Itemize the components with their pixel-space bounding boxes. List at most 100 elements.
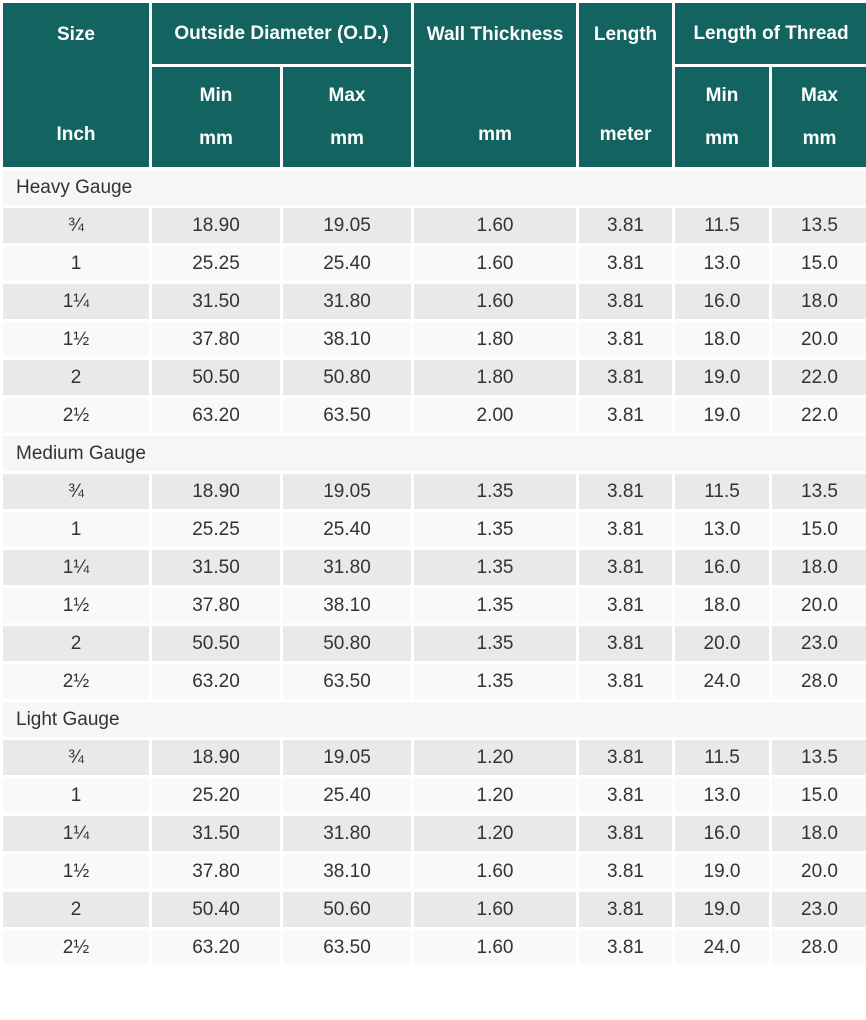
od-min-cell: 31.50 bbox=[152, 816, 280, 851]
header-wall-thickness: Wall Thickness mm bbox=[414, 3, 577, 167]
thread-max-cell: 18.0 bbox=[772, 284, 866, 319]
thread-max-cell: 20.0 bbox=[772, 322, 866, 357]
thread-min-cell: 19.0 bbox=[675, 398, 770, 433]
size-cell: 1 bbox=[3, 246, 149, 281]
wall-thickness-cell: 1.60 bbox=[414, 854, 577, 889]
gauge-group-label: Medium Gauge bbox=[3, 436, 866, 471]
size-cell: 2 bbox=[3, 360, 149, 395]
thread-max-cell: 22.0 bbox=[772, 398, 866, 433]
pipe-spec-table: Size Inch Outside Diameter (O.D.) Wall T… bbox=[0, 0, 866, 968]
table-row: 2½ 63.20 63.50 2.00 3.81 19.0 22.0 bbox=[3, 398, 866, 433]
od-max-cell: 50.80 bbox=[283, 360, 412, 395]
thread-min-cell: 16.0 bbox=[675, 550, 770, 585]
size-cell: 2 bbox=[3, 626, 149, 661]
od-min-cell: 25.20 bbox=[152, 778, 280, 813]
thread-max-cell: 15.0 bbox=[772, 246, 866, 281]
header-length-label: Length bbox=[593, 24, 658, 45]
length-cell: 3.81 bbox=[579, 892, 673, 927]
length-cell: 3.81 bbox=[579, 626, 673, 661]
thread-min-cell: 19.0 bbox=[675, 360, 770, 395]
header-od-max-label: Max bbox=[328, 85, 366, 106]
od-min-cell: 63.20 bbox=[152, 398, 280, 433]
table-row: 1½ 37.80 38.10 1.35 3.81 18.0 20.0 bbox=[3, 588, 866, 623]
length-cell: 3.81 bbox=[579, 322, 673, 357]
table-row: 2½ 63.20 63.50 1.35 3.81 24.0 28.0 bbox=[3, 664, 866, 699]
od-min-cell: 63.20 bbox=[152, 930, 280, 965]
wall-thickness-cell: 1.35 bbox=[414, 512, 577, 547]
size-cell: ¾ bbox=[3, 474, 149, 509]
od-max-cell: 25.40 bbox=[283, 512, 412, 547]
thread-max-cell: 23.0 bbox=[772, 626, 866, 661]
thread-max-cell: 15.0 bbox=[772, 778, 866, 813]
wall-thickness-cell: 2.00 bbox=[414, 398, 577, 433]
size-cell: 1¼ bbox=[3, 816, 149, 851]
od-max-cell: 50.80 bbox=[283, 626, 412, 661]
size-cell: 2½ bbox=[3, 398, 149, 433]
table-row: ¾ 18.90 19.05 1.35 3.81 11.5 13.5 bbox=[3, 474, 866, 509]
size-cell: ¾ bbox=[3, 208, 149, 243]
thread-min-cell: 11.5 bbox=[675, 740, 770, 775]
header-od-min-unit: mm bbox=[199, 128, 233, 149]
od-min-cell: 63.20 bbox=[152, 664, 280, 699]
thread-max-cell: 13.5 bbox=[772, 474, 866, 509]
wall-thickness-cell: 1.60 bbox=[414, 246, 577, 281]
gauge-group-row: Medium Gauge bbox=[3, 436, 866, 471]
size-cell: 2 bbox=[3, 892, 149, 927]
od-max-cell: 31.80 bbox=[283, 550, 412, 585]
od-min-cell: 31.50 bbox=[152, 284, 280, 319]
header-wall-thickness-label: Wall Thickness bbox=[426, 24, 564, 45]
od-max-cell: 63.50 bbox=[283, 664, 412, 699]
header-thread-max-label: Max bbox=[801, 85, 838, 106]
thread-max-cell: 15.0 bbox=[772, 512, 866, 547]
thread-max-cell: 28.0 bbox=[772, 930, 866, 965]
thread-min-cell: 19.0 bbox=[675, 854, 770, 889]
header-size-unit: Inch bbox=[56, 124, 96, 145]
wall-thickness-cell: 1.20 bbox=[414, 816, 577, 851]
od-max-cell: 38.10 bbox=[283, 322, 412, 357]
thread-min-cell: 18.0 bbox=[675, 588, 770, 623]
table-row: 1 25.25 25.40 1.35 3.81 13.0 15.0 bbox=[3, 512, 866, 547]
wall-thickness-cell: 1.35 bbox=[414, 626, 577, 661]
header-size: Size Inch bbox=[3, 3, 149, 167]
wall-thickness-cell: 1.80 bbox=[414, 322, 577, 357]
size-cell: 1½ bbox=[3, 588, 149, 623]
od-max-cell: 63.50 bbox=[283, 398, 412, 433]
size-cell: 1 bbox=[3, 512, 149, 547]
length-cell: 3.81 bbox=[579, 208, 673, 243]
table-row: 2 50.50 50.80 1.35 3.81 20.0 23.0 bbox=[3, 626, 866, 661]
table-row: ¾ 18.90 19.05 1.60 3.81 11.5 13.5 bbox=[3, 208, 866, 243]
wall-thickness-cell: 1.35 bbox=[414, 664, 577, 699]
od-max-cell: 25.40 bbox=[283, 246, 412, 281]
thread-min-cell: 16.0 bbox=[675, 284, 770, 319]
length-cell: 3.81 bbox=[579, 360, 673, 395]
header-length: Length meter bbox=[579, 3, 673, 167]
od-max-cell: 38.10 bbox=[283, 854, 412, 889]
od-max-cell: 25.40 bbox=[283, 778, 412, 813]
wall-thickness-cell: 1.35 bbox=[414, 474, 577, 509]
length-cell: 3.81 bbox=[579, 284, 673, 319]
od-max-cell: 19.05 bbox=[283, 740, 412, 775]
thread-min-cell: 11.5 bbox=[675, 208, 770, 243]
od-min-cell: 50.40 bbox=[152, 892, 280, 927]
size-cell: 1 bbox=[3, 778, 149, 813]
wall-thickness-cell: 1.35 bbox=[414, 588, 577, 623]
length-cell: 3.81 bbox=[579, 588, 673, 623]
wall-thickness-cell: 1.35 bbox=[414, 550, 577, 585]
od-min-cell: 25.25 bbox=[152, 246, 280, 281]
thread-max-cell: 18.0 bbox=[772, 550, 866, 585]
header-wall-thickness-unit: mm bbox=[478, 124, 512, 145]
size-cell: 1¼ bbox=[3, 284, 149, 319]
size-cell: 1½ bbox=[3, 322, 149, 357]
thread-max-cell: 18.0 bbox=[772, 816, 866, 851]
wall-thickness-cell: 1.60 bbox=[414, 930, 577, 965]
header-size-label: Size bbox=[56, 24, 96, 45]
od-min-cell: 18.90 bbox=[152, 740, 280, 775]
wall-thickness-cell: 1.60 bbox=[414, 208, 577, 243]
table-row: 1 25.20 25.40 1.20 3.81 13.0 15.0 bbox=[3, 778, 866, 813]
od-min-cell: 37.80 bbox=[152, 854, 280, 889]
gauge-group-row: Heavy Gauge bbox=[3, 170, 866, 205]
thread-min-cell: 13.0 bbox=[675, 512, 770, 547]
thread-min-cell: 16.0 bbox=[675, 816, 770, 851]
table-body: Heavy Gauge ¾ 18.90 19.05 1.60 3.81 11.5 13.5 1 2… bbox=[3, 170, 866, 965]
thread-min-cell: 11.5 bbox=[675, 474, 770, 509]
